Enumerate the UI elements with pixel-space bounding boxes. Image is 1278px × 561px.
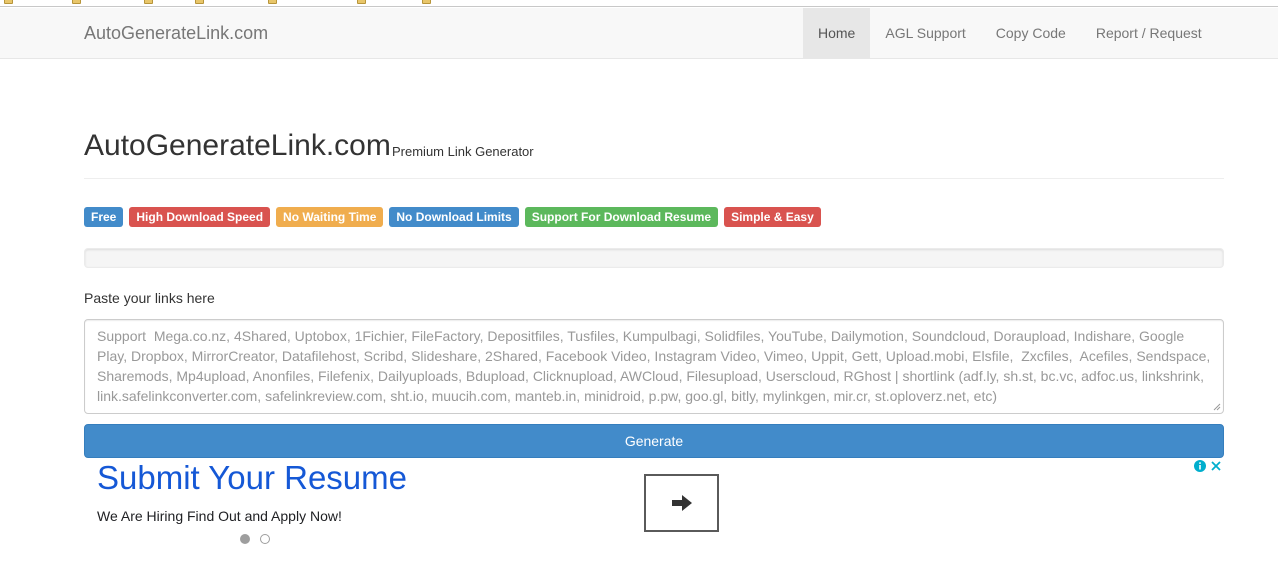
bookmark-folder-icon[interactable] [422,0,431,4]
bookmarks-bar [0,0,1278,7]
bookmark-folder-icon[interactable] [357,0,366,4]
bookmark-folder-icon[interactable] [144,0,153,4]
label-no-waiting-time: No Waiting Time [276,207,384,227]
top-navbar: AutoGenerateLink.com Home AGL Support Co… [0,8,1278,59]
ad-description[interactable]: We Are Hiring Find Out and Apply Now! [97,508,342,524]
ad-info-icon[interactable] [1192,458,1208,474]
bookmark-folder-icon[interactable] [72,0,81,4]
ad-banner: Submit Your Resume We Are Hiring Find Ou… [84,458,1224,561]
ad-choices[interactable] [1192,458,1224,474]
nav-item-agl-support[interactable]: AGL Support [870,8,980,58]
progress-bar [84,248,1224,268]
label-high-download-speed: High Download Speed [129,207,271,227]
label-no-download-limits: No Download Limits [389,207,519,227]
page-subtitle: Premium Link Generator [392,144,534,159]
label-simple-easy: Simple & Easy [724,207,821,227]
resize-grip-icon[interactable] [1211,401,1221,411]
carousel-dot[interactable] [260,534,270,544]
feature-labels: Free High Download Speed No Waiting Time… [84,207,821,227]
carousel-dot-active[interactable] [240,534,250,544]
ad-close-icon[interactable] [1208,458,1224,474]
label-support-resume: Support For Download Resume [524,207,719,227]
paste-links-label: Paste your links here [84,290,215,306]
bookmark-folder-icon[interactable] [4,0,13,4]
ad-headline[interactable]: Submit Your Resume [97,459,407,497]
nav-item-home[interactable]: Home [803,8,871,58]
brand-link[interactable]: AutoGenerateLink.com [84,23,268,44]
bookmark-folder-icon[interactable] [268,0,277,4]
ad-arrow-button[interactable] [644,474,719,532]
page-header: AutoGenerateLink.com Premium Link Genera… [84,126,1224,179]
page-title: AutoGenerateLink.com [84,129,391,162]
label-free: Free [84,207,124,227]
nav-menu: Home AGL Support Copy Code Report / Requ… [803,8,1217,58]
arrow-right-icon [671,495,692,511]
links-textarea[interactable] [84,319,1224,414]
nav-item-report-request[interactable]: Report / Request [1081,8,1217,58]
generate-button[interactable]: Generate [84,424,1224,458]
bookmark-folder-icon[interactable] [195,0,204,4]
nav-item-copy-code[interactable]: Copy Code [981,8,1081,58]
